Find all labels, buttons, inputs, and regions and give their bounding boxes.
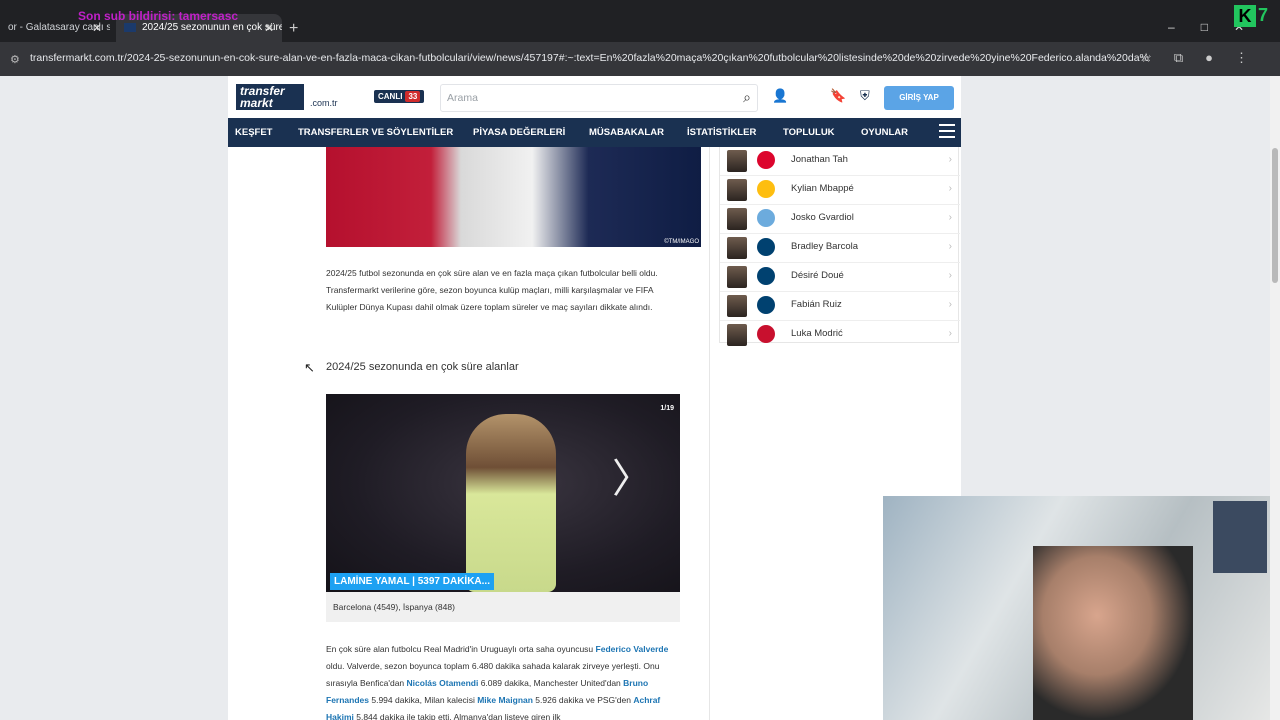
stream-overlay-text: Son sub bildirisi: tamersasc: [78, 9, 239, 23]
url-field[interactable]: transfermarkt.com.tr/2024-25-sezonunun-e…: [30, 52, 1150, 64]
player-name: Fabián Ruiz: [791, 299, 842, 310]
club-logo-icon: [757, 238, 775, 256]
body-text: 5.926 dakika ve PSG'den: [532, 695, 634, 705]
streamer-video: [1033, 546, 1193, 720]
player-avatar: [727, 179, 747, 201]
bookmark-icon[interactable]: 🔖: [830, 88, 846, 104]
slide-counter: 1/19: [660, 405, 674, 412]
player-avatar: [727, 237, 747, 259]
club-logo-icon: [757, 180, 775, 198]
nav-item-piyasa[interactable]: PİYASA DEĞERLERİ: [473, 118, 565, 147]
body-text: 5.844 dakika ile takip etti. Almanya'dan…: [353, 712, 561, 720]
slide-subcaption: Barcelona (4549), İspanya (848): [326, 592, 680, 622]
list-item[interactable]: Désiré Doué ›: [720, 263, 960, 292]
scrollbar-thumb[interactable]: [1272, 148, 1278, 283]
player-name: Josko Gvardiol: [791, 212, 854, 223]
list-item[interactable]: Bradley Barcola ›: [720, 234, 960, 263]
body-text: 6.089 dakika, Manchester United'dan: [478, 678, 624, 688]
player-avatar: [727, 150, 747, 172]
player-list-widget: Jonathan Tah › Kylian Mbappé › Josko Gvard…: [719, 147, 960, 346]
search-placeholder: Arama: [447, 92, 478, 104]
login-button[interactable]: GİRİŞ YAP: [884, 86, 954, 110]
live-count-badge: 33: [405, 91, 421, 102]
mouse-cursor-icon: ↖: [304, 360, 315, 375]
toolbar-icons[interactable]: ☆⧉●⋮: [1140, 50, 1270, 66]
chevron-right-icon: ›: [948, 299, 952, 310]
chevron-right-icon: ›: [948, 154, 952, 165]
nav-item-transferler[interactable]: TRANSFERLER VE SÖYLENTİLER: [298, 118, 453, 147]
hero-image: ©TM/IMAGO: [326, 147, 701, 247]
chevron-right-icon[interactable]: 〉: [612, 446, 652, 504]
club-logo-icon: [757, 325, 775, 343]
body-text: En çok süre alan futbolcu Real Madrid'in…: [326, 644, 596, 654]
site-header: transfer markt .com.tr CANLI 33 Arama ⌕ 👤…: [228, 76, 961, 118]
chevron-right-icon: ›: [948, 270, 952, 281]
player-link[interactable]: Mike Maignan: [477, 695, 533, 705]
list-item[interactable]: Jonathan Tah ›: [720, 147, 960, 176]
menu-icon[interactable]: [939, 124, 955, 138]
browser-tab-strip: or - Galatasaray canlı s ✕ 2024/25 sezon…: [0, 0, 1280, 42]
image-credit: ©TM/IMAGO: [664, 239, 699, 245]
player-name: Kylian Mbappé: [791, 183, 854, 194]
logo-domain[interactable]: .com.tr: [310, 98, 338, 108]
chevron-right-icon: ›: [948, 241, 952, 252]
player-avatar: [727, 266, 747, 288]
intro-paragraph: 2024/25 futbol sezonunda en çok süre ala…: [326, 268, 658, 312]
player-avatar: [727, 295, 747, 317]
chevron-right-icon: ›: [948, 212, 952, 223]
player-name: Bradley Barcola: [791, 241, 859, 252]
article-content: ©TM/IMAGO 2024/25 futbol sezonunda en ço…: [228, 147, 961, 720]
player-name: Jonathan Tah: [791, 154, 848, 165]
stream-logo: K: [1234, 5, 1256, 27]
live-label: CANLI: [378, 92, 403, 101]
nav-item-oyunlar[interactable]: OYUNLAR: [861, 118, 908, 147]
chevron-right-icon: ›: [948, 328, 952, 339]
list-item[interactable]: Fabián Ruiz ›: [720, 292, 960, 321]
main-nav: KEŞFET TRANSFERLER VE SÖYLENTİLER PİYASA…: [228, 118, 961, 147]
club-logo-icon: [757, 296, 775, 314]
address-bar: ⚙ transfermarkt.com.tr/2024-25-sezonunun…: [0, 42, 1280, 76]
section-title: 2024/25 sezonunda en çok süre alanlar: [326, 361, 519, 373]
gallery-slide[interactable]: 1/19 〉 LAMİNE YAMAL | 5397 DAKİKA...: [326, 394, 680, 592]
nav-item-istatistikler[interactable]: İSTATİSTİKLER: [687, 118, 756, 147]
list-item[interactable]: Kylian Mbappé ›: [720, 176, 960, 205]
player-name: Luka Modrić: [791, 328, 843, 339]
player-avatar: [727, 324, 747, 346]
nav-item-topluluk[interactable]: TOPLULUK: [783, 118, 835, 147]
search-icon[interactable]: ⌕: [743, 89, 751, 106]
close-icon[interactable]: ✕: [264, 14, 274, 42]
slide-caption: LAMİNE YAMAL | 5397 DAKİKA...: [330, 573, 494, 590]
transfermarkt-favicon-icon: [124, 22, 136, 32]
body-text: 5.994 dakika, Milan kalecisi: [369, 695, 478, 705]
tab-label: 2024/25 sezonunun en çok süre: [142, 22, 282, 33]
player-link[interactable]: Federico Valverde: [596, 644, 669, 654]
column-divider: [709, 147, 710, 720]
list-item[interactable]: Luka Modrić ›: [720, 321, 960, 350]
search-input[interactable]: Arama ⌕: [440, 84, 758, 112]
player-name: Désiré Doué: [791, 270, 844, 281]
live-button[interactable]: CANLI 33: [374, 90, 425, 103]
list-item[interactable]: Josko Gvardiol ›: [720, 205, 960, 234]
stream-logo-number: 7: [1258, 5, 1269, 25]
club-logo-icon: [757, 209, 775, 227]
new-tab-button[interactable]: +: [289, 20, 298, 38]
wall-poster: [1213, 501, 1267, 573]
transfermarkt-site: transfer markt .com.tr CANLI 33 Arama ⌕ 👤…: [228, 76, 961, 720]
site-info-icon[interactable]: ⚙: [10, 53, 20, 66]
user-search-icon[interactable]: 👤: [772, 88, 788, 104]
shield-icon[interactable]: ⛨: [860, 88, 870, 104]
webcam-overlay: [883, 496, 1270, 720]
club-logo-icon: [757, 151, 775, 169]
nav-item-musabakalar[interactable]: MÜSABAKALAR: [589, 118, 664, 147]
chevron-right-icon: ›: [948, 183, 952, 194]
nav-item-kesfet[interactable]: KEŞFET: [235, 118, 272, 147]
body-paragraph: En çok süre alan futbolcu Real Madrid'in…: [326, 641, 678, 720]
player-photo: [466, 414, 556, 592]
transfermarkt-logo[interactable]: transfer markt: [236, 84, 304, 110]
player-link[interactable]: Nicolás Otamendi: [407, 678, 479, 688]
player-avatar: [727, 208, 747, 230]
club-logo-icon: [757, 267, 775, 285]
